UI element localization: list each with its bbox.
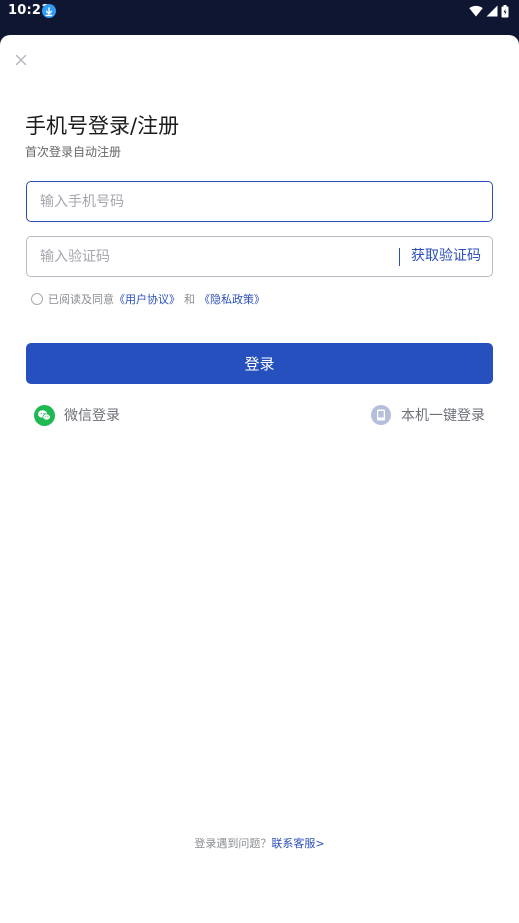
agreement-prefix: 已阅读及同意	[48, 293, 114, 306]
code-input[interactable]	[40, 237, 380, 276]
battery-icon	[501, 4, 509, 17]
get-code-button[interactable]: 获取验证码	[411, 237, 481, 276]
phone-icon	[371, 405, 391, 425]
wifi-icon	[469, 5, 483, 17]
agreement-row: 已阅读及同意 《用户协议》 和 《隐私政策》	[31, 291, 265, 307]
contact-support-link[interactable]: 联系客服>	[271, 837, 324, 850]
wechat-login-button[interactable]: 微信登录	[34, 404, 120, 426]
status-icons	[469, 4, 509, 18]
close-icon	[15, 54, 27, 66]
wechat-icon	[34, 404, 55, 426]
agreement-and: 和	[184, 293, 195, 306]
wechat-login-label: 微信登录	[64, 408, 120, 424]
status-bar: 10:21	[0, 0, 519, 22]
page-subtitle: 首次登录自动注册	[25, 145, 122, 159]
download-icon	[42, 4, 56, 18]
privacy-policy-link[interactable]: 《隐私政策》	[199, 291, 265, 307]
agreement-checkbox[interactable]	[31, 293, 43, 305]
help-question: 登录遇到问题？	[194, 837, 272, 850]
user-agreement-link[interactable]: 《用户协议》	[114, 291, 180, 307]
close-button[interactable]	[11, 50, 31, 70]
signal-icon	[486, 5, 498, 17]
local-login-button[interactable]: 本机一键登录	[371, 404, 485, 426]
app-screen: 10:21 手机号登录/注册 首次登录自动注册 输入手机号码 输入验证码 获取验…	[0, 0, 519, 923]
code-divider	[399, 248, 400, 266]
code-field[interactable]: 获取验证码	[26, 236, 493, 277]
page-title: 手机号登录/注册	[25, 114, 180, 138]
phone-input[interactable]	[40, 182, 380, 221]
phone-field[interactable]	[26, 181, 493, 222]
help-line: 登录遇到问题？联系客服>	[0, 835, 519, 851]
login-sheet: 手机号登录/注册 首次登录自动注册 获取验证码 已阅读及同意 《用户协议》 和 …	[0, 35, 519, 923]
local-login-label: 本机一键登录	[401, 408, 485, 424]
login-button[interactable]: 登录	[26, 343, 493, 384]
